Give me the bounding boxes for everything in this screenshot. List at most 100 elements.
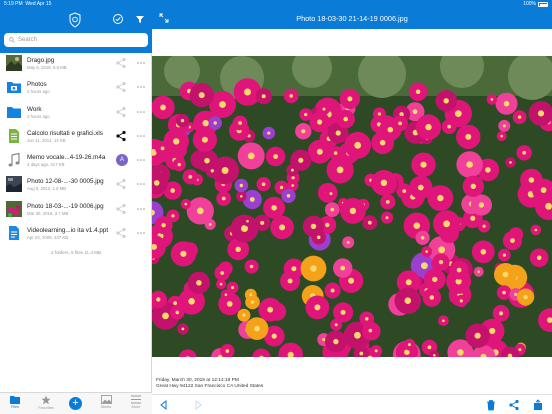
flower-center	[349, 207, 357, 215]
flower-center	[517, 115, 522, 119]
search-input[interactable]: Search	[4, 33, 148, 47]
file-meta: Apr 23, 2008, 237 KB	[27, 235, 69, 241]
file-row-work[interactable]: Work 2 hours ago	[0, 100, 152, 124]
share-icon[interactable]	[115, 57, 127, 69]
flower-center	[196, 280, 202, 286]
flower-center	[287, 278, 293, 284]
app-root: Search Drago.jpg May 9, 2018, 6.9 MB Pho…	[0, 0, 552, 414]
flower-center	[239, 183, 243, 188]
viewer-toolbar	[152, 394, 552, 414]
share-icon[interactable]	[115, 130, 127, 142]
flower-center	[343, 116, 348, 122]
more-options-icon[interactable]	[136, 207, 146, 211]
flower-center	[333, 338, 339, 345]
file-row-photo-1803[interactable]: Photo 18-03-...-19 0006.jpg Mar 30, 2018…	[0, 197, 152, 221]
file-browser-header: Search	[0, 9, 152, 53]
flower-center	[346, 240, 350, 244]
file-row-memo[interactable]: Memo vocale...4-19-26.m4a 4 days ago, 41…	[0, 148, 152, 172]
file-meta: Jun 11, 2014, 14 KB	[27, 137, 66, 143]
open-in-icon[interactable]	[532, 399, 544, 411]
flower-center	[198, 92, 205, 99]
file-row-photo-1208[interactable]: Photo 12-08-...-30 0005.jpg Aug 8, 2012,…	[0, 172, 152, 196]
share-icon[interactable]	[115, 203, 127, 215]
more-options-icon[interactable]	[136, 134, 146, 138]
image-thumbnail	[6, 200, 22, 217]
tab-label: Files	[10, 405, 20, 409]
flower-center	[340, 265, 346, 271]
flower-center	[405, 279, 412, 286]
flower-center	[291, 184, 295, 187]
flower-center	[267, 131, 271, 135]
file-row-videolearning[interactable]: Videolearning...io ita v1.4.ppt Apr 23, …	[0, 221, 152, 245]
flower-center	[175, 310, 180, 315]
caption-location: Great Hwy 94122 San Francisco CA United …	[156, 384, 264, 389]
file-name: Photos	[27, 81, 47, 89]
flower-center	[404, 297, 412, 304]
next-icon[interactable]	[192, 399, 204, 411]
flower-center	[271, 205, 277, 211]
more-options-icon[interactable]	[136, 61, 146, 65]
file-meta: Aug 8, 2012, 1.8 MB	[27, 186, 67, 192]
flower-center	[246, 219, 249, 223]
flower-center	[322, 107, 326, 111]
flower-center	[443, 98, 449, 104]
tab-media[interactable]: Media	[91, 395, 121, 414]
file-row-photos[interactable]: Photos 2 hours ago	[0, 75, 152, 99]
flower-center	[316, 235, 321, 240]
flower-center	[173, 138, 180, 145]
flower-center	[329, 192, 333, 196]
flower-center	[413, 222, 421, 229]
more-options-icon[interactable]	[136, 85, 146, 89]
share-icon[interactable]	[115, 81, 127, 93]
flower-center	[225, 349, 230, 353]
flower-center	[325, 222, 330, 228]
file-row-calcolo[interactable]: Calcolo risultati e grafici.xls Jun 11, …	[0, 124, 152, 148]
flower-center	[498, 311, 504, 316]
flower-center	[286, 194, 291, 198]
flower-center	[425, 123, 432, 131]
sort-filter-icon[interactable]	[134, 13, 146, 25]
share-icon[interactable]	[115, 227, 127, 239]
add-button[interactable]: +	[69, 397, 82, 410]
flower-center	[412, 109, 418, 115]
select-check-icon[interactable]	[112, 13, 124, 25]
flower-center	[470, 215, 476, 221]
flower-center	[465, 133, 472, 140]
tab-more[interactable]: More	[121, 395, 151, 414]
flower-center	[213, 121, 217, 125]
flower-center	[443, 220, 450, 228]
photo-viewer-image[interactable]	[152, 56, 552, 357]
shared-user-avatar[interactable]: A	[116, 154, 128, 167]
flower-center	[235, 246, 241, 252]
flower-center	[289, 94, 293, 98]
trash-icon[interactable]	[485, 399, 497, 411]
flower-center	[470, 183, 476, 189]
flower-center	[173, 301, 177, 306]
more-options-icon[interactable]	[136, 231, 146, 235]
previous-icon[interactable]	[158, 399, 170, 411]
flower-center	[188, 174, 193, 179]
flower-center	[380, 179, 388, 186]
flower-center	[317, 119, 323, 125]
flower-center	[522, 150, 527, 155]
share-icon[interactable]	[115, 178, 127, 190]
flower-center	[480, 249, 487, 255]
more-options-icon[interactable]	[136, 110, 146, 114]
share-icon[interactable]	[115, 106, 127, 118]
flower-center	[238, 121, 242, 125]
tab-favorites[interactable]: Favorites	[31, 395, 61, 414]
flower-center	[528, 177, 535, 183]
more-options-icon[interactable]	[136, 158, 146, 162]
share-icon[interactable]	[508, 399, 520, 411]
flower-center	[247, 152, 255, 160]
file-row-drago[interactable]: Drago.jpg May 9, 2018, 6.9 MB	[0, 51, 152, 75]
flower-center	[160, 104, 166, 111]
image-icon	[100, 395, 112, 404]
tab-files[interactable]: Files	[0, 395, 30, 414]
flower-center	[242, 313, 246, 317]
more-options-icon[interactable]	[136, 182, 146, 186]
flower-center	[438, 260, 444, 265]
flower-center	[402, 189, 407, 194]
flower-center	[261, 182, 266, 186]
flower-center	[425, 250, 429, 253]
